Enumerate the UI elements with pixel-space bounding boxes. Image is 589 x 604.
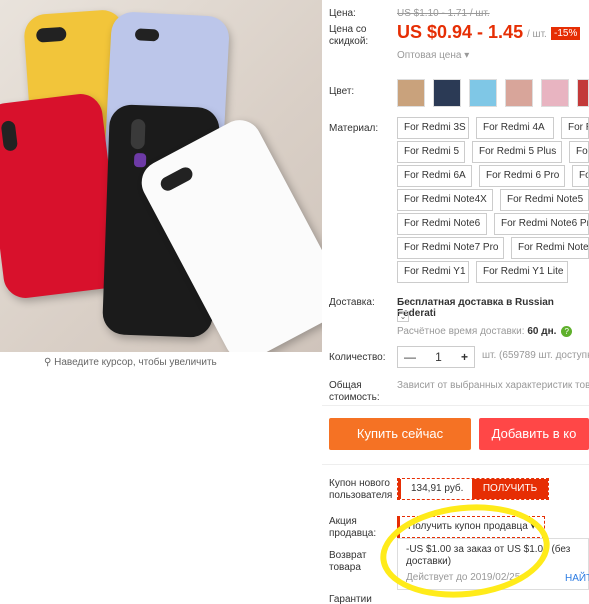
quantity-stepper: — 1 + xyxy=(397,346,475,368)
camera-icon xyxy=(134,28,160,42)
material-option[interactable]: For Re xyxy=(561,117,589,139)
product-image[interactable] xyxy=(0,0,322,352)
material-option[interactable]: For Redmi Note5 xyxy=(500,189,589,211)
buy-now-button[interactable]: Купить сейчас xyxy=(329,418,471,450)
color-swatch[interactable] xyxy=(541,79,569,107)
seller-promo-label: Акция продавца: xyxy=(329,516,377,539)
camera-ring-icon xyxy=(133,153,147,168)
estimate-label: Расчётное время доставки: xyxy=(397,326,525,337)
material-option[interactable]: For Redmi 5 Plus xyxy=(472,141,562,163)
total-value: Зависит от выбранных характеристик тов xyxy=(397,380,589,391)
estimate-value: 60 дн. xyxy=(527,326,557,337)
color-swatch[interactable] xyxy=(397,79,425,107)
discount-price-label: Цена со скидкой: xyxy=(329,24,369,47)
quantity-input[interactable]: 1 xyxy=(435,350,442,364)
color-swatch[interactable] xyxy=(469,79,497,107)
new-user-coupon: 134,91 руб. ПОЛУЧИТЬ xyxy=(397,478,549,500)
chevron-down-icon[interactable]: ⌄ xyxy=(397,311,409,322)
material-option[interactable]: For Redmi 6A xyxy=(397,165,472,187)
decrease-button[interactable]: — xyxy=(404,350,416,364)
old-price: US $1.10 - 1.71 / шт. xyxy=(397,8,490,19)
new-user-coupon-label: Купон нового пользователя xyxy=(329,478,393,501)
color-swatch[interactable] xyxy=(433,79,461,107)
camera-icon xyxy=(0,120,19,152)
delivery-estimate: Расчётное время доставки: 60 дн. ? xyxy=(397,326,573,337)
camera-icon xyxy=(35,26,67,43)
delivery-label: Доставка: xyxy=(329,297,375,308)
zoom-hint: ⚲ Наведите курсор, чтобы увеличить xyxy=(44,357,217,368)
material-option[interactable]: For Redmi Note6 Pro xyxy=(494,213,589,235)
wholesale-price-link[interactable]: Оптовая цена ▾ xyxy=(397,50,469,61)
increase-button[interactable]: + xyxy=(461,350,468,364)
material-option[interactable]: For Redmi 6 Pro xyxy=(479,165,565,187)
color-swatch[interactable] xyxy=(577,79,589,107)
material-option[interactable]: For Redmi 4A xyxy=(476,117,554,139)
discount-badge: -15% xyxy=(551,27,581,40)
current-price: US $0.94 - 1.45 xyxy=(397,22,524,42)
price-label: Цена: xyxy=(329,8,356,19)
material-option[interactable]: For Redmi Note7 Pro xyxy=(397,237,504,259)
zoom-hint-text: Наведите курсор, чтобы увеличить xyxy=(54,357,217,368)
guarantee-label: Гарантии xyxy=(329,594,372,604)
material-label: Материал: xyxy=(329,123,379,134)
search-icon: ⚲ xyxy=(44,357,52,368)
camera-icon xyxy=(130,118,146,150)
color-label: Цвет: xyxy=(329,86,355,97)
available-count: шт. (659789 шт. доступн xyxy=(482,350,589,361)
divider xyxy=(322,405,589,406)
material-option[interactable]: For Redmi 5 xyxy=(397,141,465,163)
material-option[interactable]: For Redmi Y1 xyxy=(397,261,469,283)
delivery-value: Бесплатная доставка в Russian Federati xyxy=(397,297,554,319)
coupon-amount: 134,91 руб. xyxy=(398,479,472,499)
divider xyxy=(322,464,589,465)
total-label: Общая стоимость: xyxy=(329,380,380,403)
material-option[interactable]: For Redmi 3S xyxy=(397,117,469,139)
add-to-cart-button[interactable]: Добавить в ко xyxy=(479,418,589,450)
material-option[interactable]: For Redmi Note6 xyxy=(397,213,487,235)
material-option[interactable]: For xyxy=(569,141,589,163)
camera-icon xyxy=(158,164,195,194)
find-link[interactable]: НАЙТ xyxy=(565,573,589,584)
color-swatch[interactable] xyxy=(505,79,533,107)
quantity-label: Количество: xyxy=(329,352,386,363)
price-unit: / шт. xyxy=(527,29,547,40)
material-option[interactable]: For Redmi Y1 Lite xyxy=(476,261,568,283)
help-icon[interactable]: ? xyxy=(561,326,573,337)
material-option[interactable]: For Redmi Note4X xyxy=(397,189,493,211)
get-coupon-button[interactable]: ПОЛУЧИТЬ xyxy=(472,479,548,499)
material-option[interactable]: For Redmi Note xyxy=(511,237,589,259)
material-option[interactable]: For xyxy=(572,165,589,187)
